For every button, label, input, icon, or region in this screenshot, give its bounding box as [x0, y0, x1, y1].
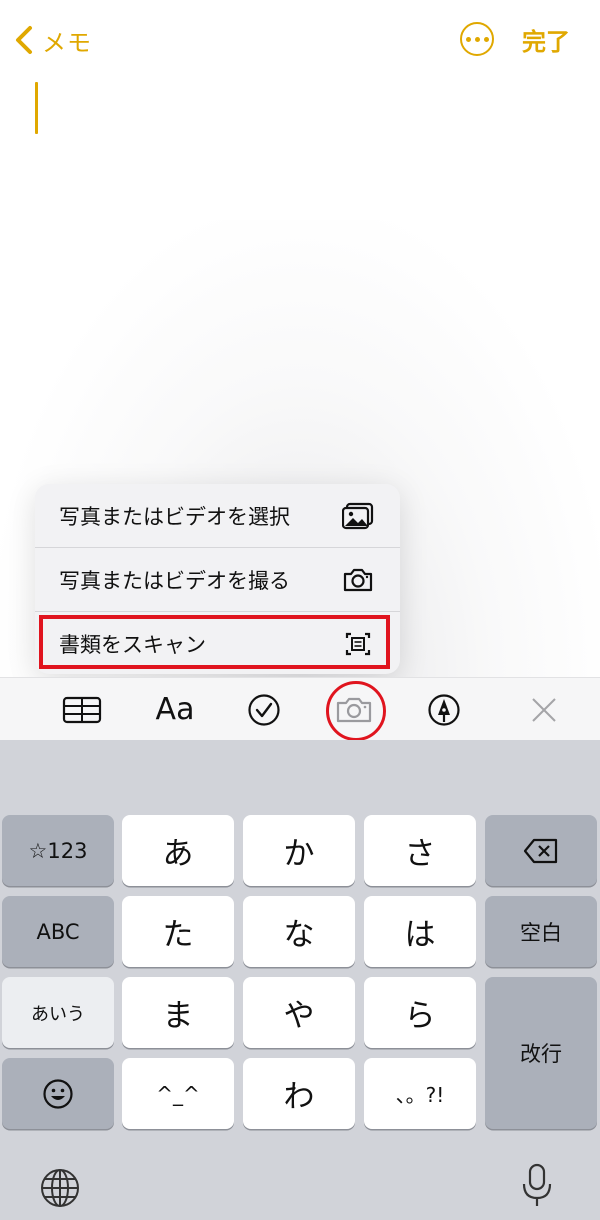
key-abc[interactable]: ABC [2, 896, 114, 967]
keyboard: ☆123 あ か さ ABC た な は 空白 あいう ま や ら 改行 ^_^… [0, 740, 600, 1220]
globe-button[interactable] [38, 1166, 82, 1210]
ellipsis-icon-dot [483, 36, 489, 42]
more-options-button[interactable] [460, 22, 494, 56]
checklist-button[interactable] [234, 678, 294, 741]
key-ta[interactable]: た [122, 896, 234, 967]
dictation-button[interactable] [520, 1162, 554, 1210]
key-face-label: ^_^ [156, 1081, 200, 1106]
pen-tip-circle-icon [428, 693, 460, 726]
checkmark-circle-icon [248, 693, 280, 726]
key-delete[interactable] [485, 815, 597, 886]
key-face[interactable]: ^_^ [122, 1058, 234, 1129]
menu-item-label: 写真またはビデオを選択 [59, 504, 290, 529]
key-punctuation-label: 、。?! [395, 1083, 445, 1107]
key-ma[interactable]: ま [122, 977, 234, 1048]
chevron-left-icon [16, 26, 32, 54]
highlight-box-scan-document [39, 615, 390, 669]
back-button[interactable]: メモ [10, 20, 92, 60]
key-symbols[interactable]: ☆123 [2, 815, 114, 886]
text-format-button[interactable]: Aa [145, 678, 205, 741]
emoji-icon [43, 1078, 73, 1109]
table-icon [62, 696, 102, 723]
key-ya[interactable]: や [243, 977, 355, 1048]
highlight-circle-camera [326, 681, 386, 741]
key-return[interactable]: 改行 [485, 977, 597, 1129]
key-emoji[interactable] [2, 1058, 114, 1129]
key-sa[interactable]: さ [364, 815, 476, 886]
key-a[interactable]: あ [122, 815, 234, 886]
menu-item-choose-photo[interactable]: 写真またはビデオを選択 [35, 484, 400, 547]
globe-icon [41, 1169, 79, 1207]
key-ra[interactable]: ら [364, 977, 476, 1048]
photo-library-icon [342, 502, 374, 529]
key-ha[interactable]: は [364, 896, 476, 967]
microphone-icon [522, 1163, 552, 1206]
menu-item-label: 写真またはビデオを撮る [59, 568, 290, 593]
close-icon [532, 697, 556, 722]
text-cursor[interactable] [35, 82, 38, 134]
ellipsis-icon-dot [474, 36, 480, 42]
camera-icon [343, 568, 373, 591]
key-wa[interactable]: わ [243, 1058, 355, 1129]
key-space[interactable]: 空白 [485, 896, 597, 967]
table-button[interactable] [52, 678, 112, 741]
done-button[interactable]: 完了 [522, 22, 570, 57]
formatting-toolbar: Aa [0, 677, 600, 741]
key-hiragana[interactable]: あいう [2, 977, 114, 1048]
key-na[interactable]: な [243, 896, 355, 967]
markup-button[interactable] [414, 678, 474, 741]
menu-item-take-photo[interactable]: 写真またはビデオを撮る [35, 548, 400, 611]
key-punctuation[interactable]: 、。?! [364, 1058, 476, 1129]
close-toolbar-button[interactable] [514, 678, 574, 741]
key-ka[interactable]: か [243, 815, 355, 886]
backspace-icon [523, 838, 558, 863]
back-label: メモ [42, 28, 92, 57]
ellipsis-icon-dot [465, 36, 471, 42]
